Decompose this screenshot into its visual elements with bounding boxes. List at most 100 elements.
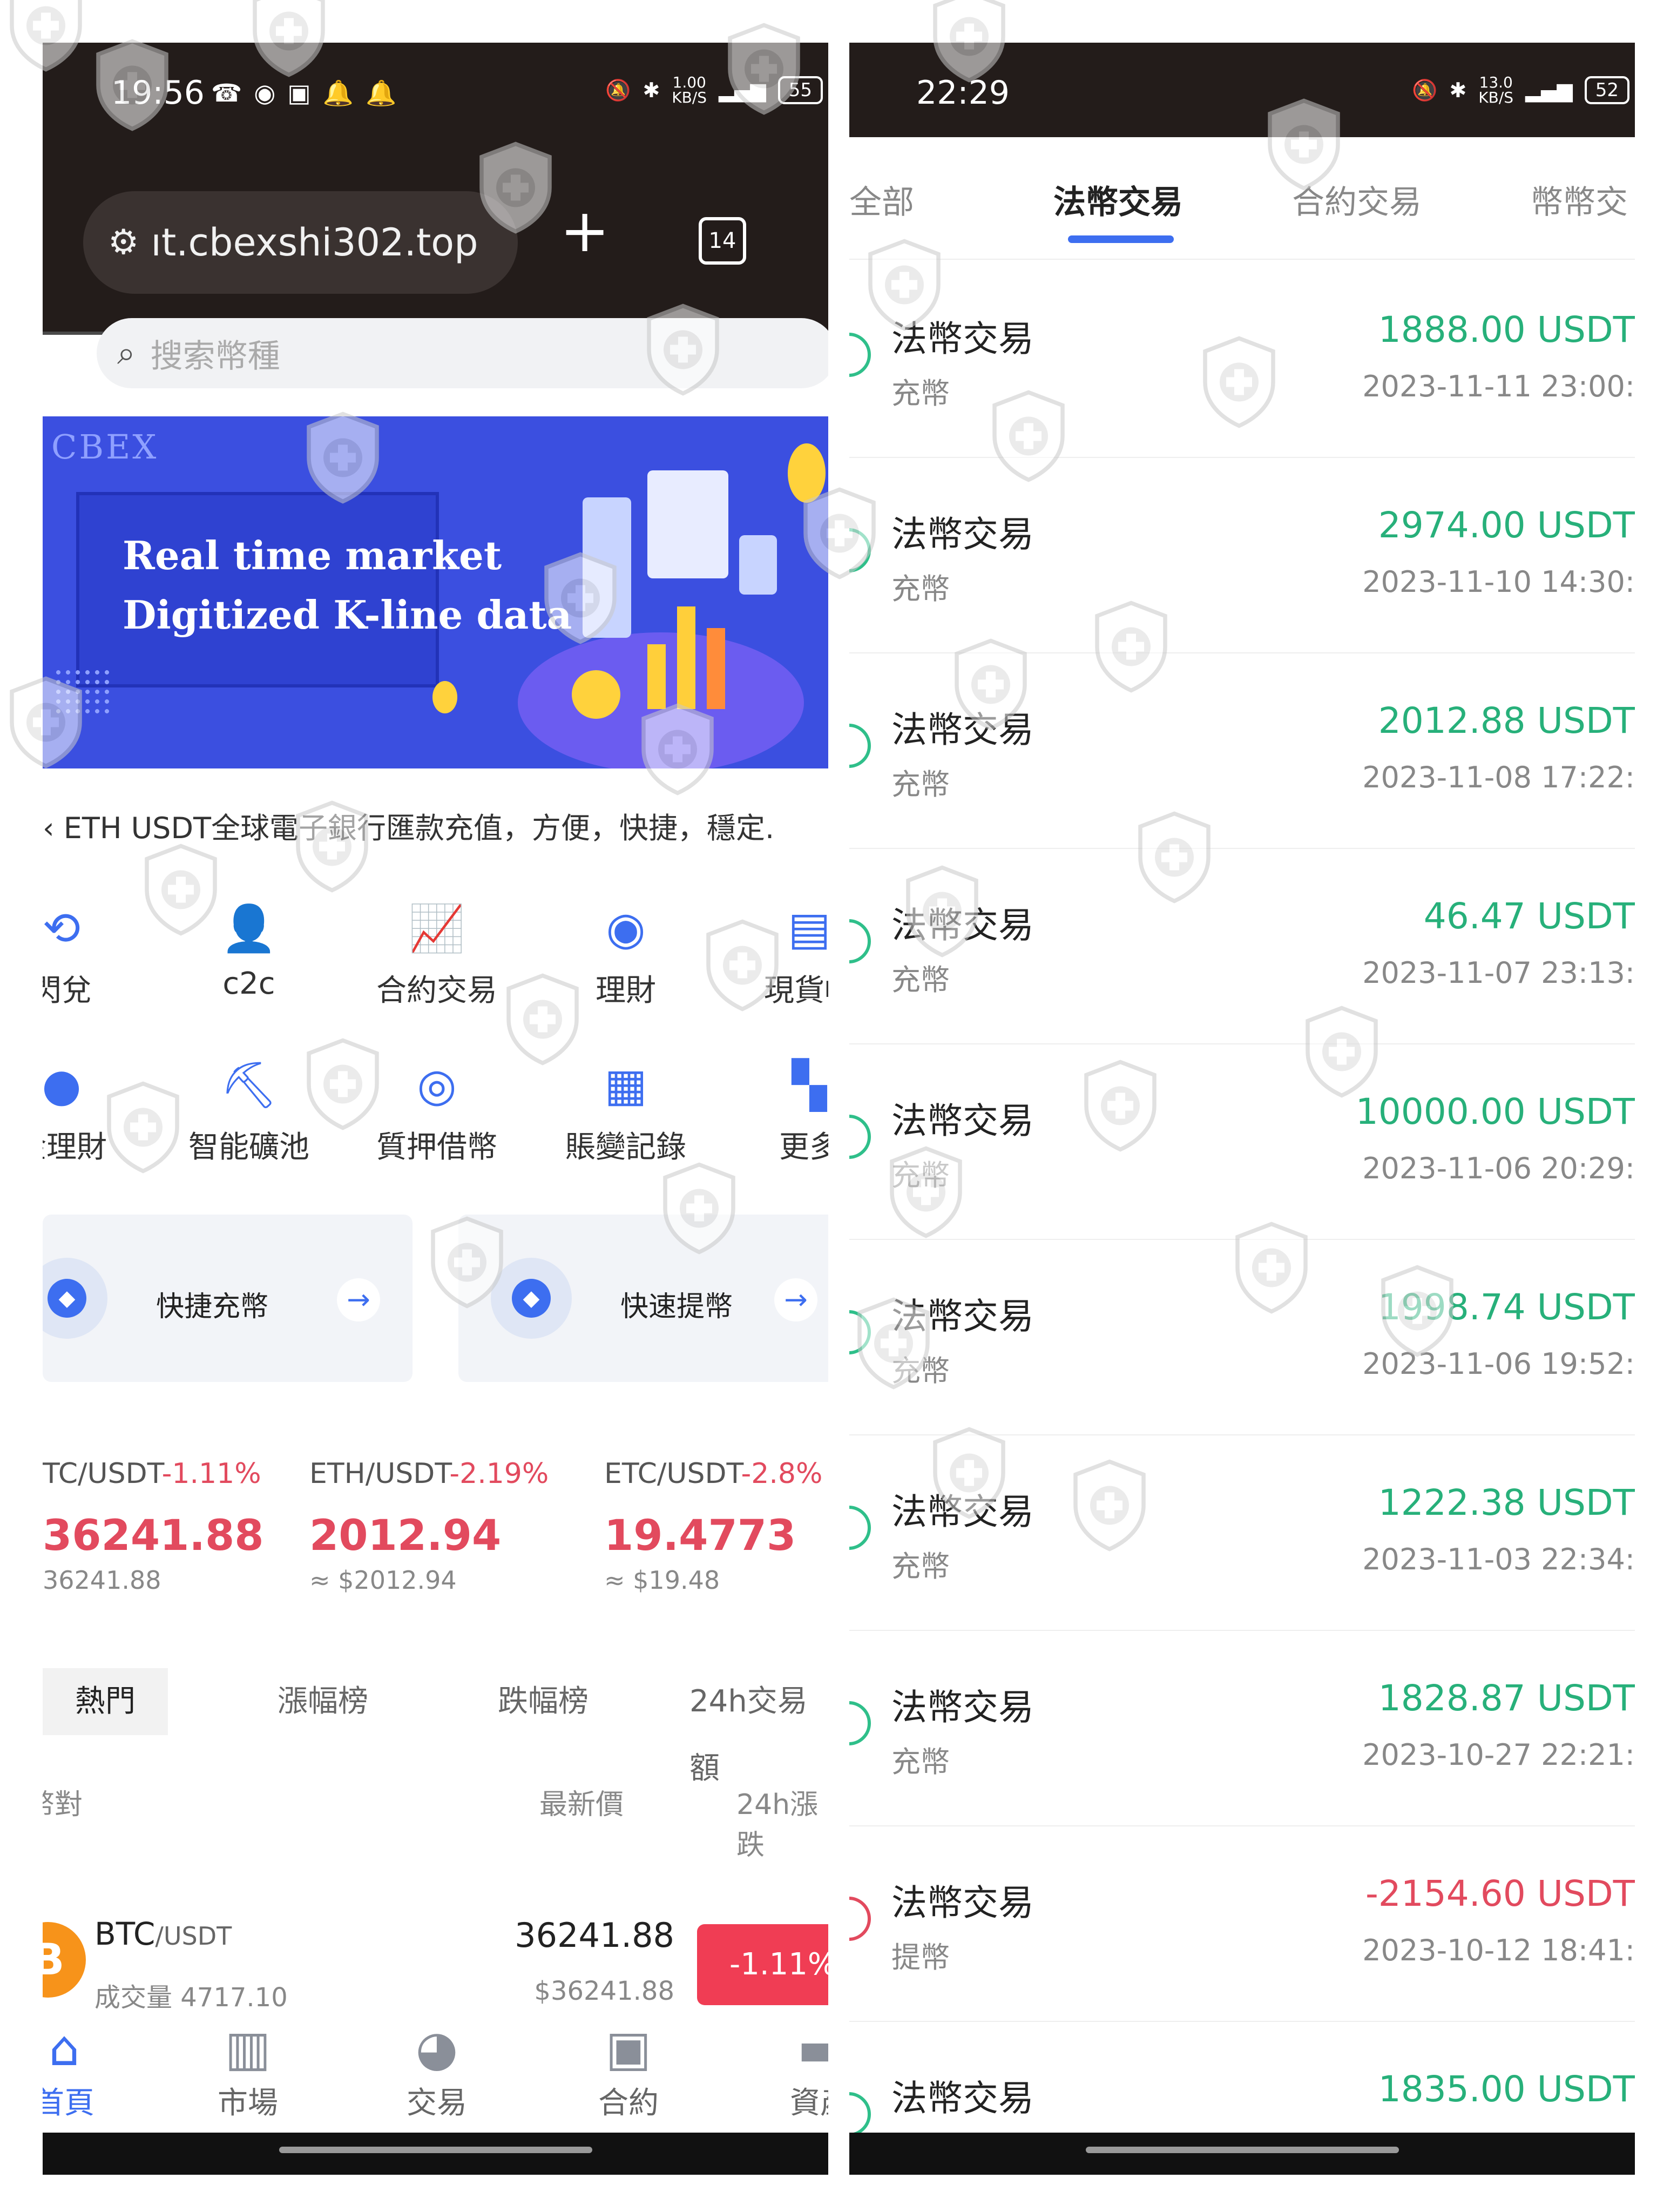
quick-withdraw-card[interactable]: ◆ 快速提幣 →: [458, 1215, 828, 1382]
row-pair: BTC/USDT: [94, 1916, 232, 1952]
coin-icon: ●: [43, 1058, 82, 1111]
transaction-amount: 1835.00 USDT: [1378, 2068, 1635, 2110]
promo-banner[interactable]: CBEX Real time market Digitized K-line d…: [43, 416, 828, 768]
net-speed: 1.00 KB/S: [672, 73, 707, 106]
mute-icon: 🔕: [605, 78, 631, 102]
quick-deposit-card[interactable]: ◆ 快捷充幣 →: [43, 1215, 413, 1382]
feature-account-records[interactable]: ▦ 賬變記錄: [545, 1058, 707, 1166]
feature-more[interactable]: ▚ 更多: [728, 1058, 828, 1166]
transaction-row[interactable]: 法幣交易 提幣 -2154.60 USDT 2023-10-12 18:41:: [849, 1825, 1635, 2022]
coin-search-input[interactable]: ⌕ 搜索幣種: [97, 318, 828, 388]
arrow-right-icon[interactable]: →: [337, 1278, 380, 1321]
banner-frame: [76, 492, 439, 687]
status-ring-icon: [849, 919, 871, 963]
feature-gold-wealth[interactable]: ● 金理財: [43, 1058, 143, 1166]
pickaxe-icon: ⛏: [220, 1058, 278, 1111]
quick-withdraw-label: 快速提幣: [620, 1291, 733, 1323]
transaction-row[interactable]: 法幣交易 充幣 1222.38 USDT 2023-11-03 22:34:: [849, 1434, 1635, 1631]
feature-wealth[interactable]: ◉ 理財: [545, 901, 707, 1010]
home-gesture-bar[interactable]: [279, 2147, 592, 2153]
banner-logo: CBEX: [51, 427, 159, 467]
transaction-row[interactable]: 法幣交易 充幣 1828.87 USDT 2023-10-27 22:21:: [849, 1630, 1635, 1826]
transaction-type: 充幣: [891, 376, 950, 410]
banner-dot-pattern: [53, 667, 113, 716]
column-pair: 幣對: [43, 1789, 83, 1821]
feature-c2c[interactable]: 👤 c2c: [168, 901, 330, 1001]
banner-headline-2: Digitized K-line data: [123, 592, 572, 638]
right-screenshot: 22:29 🔕 ✱ 13.0 KB/S ▂▄▆ 52 全部 法幣交易 合約交易 …: [849, 43, 1635, 2175]
system-icons: 🔕 ✱ 1.00 KB/S ▂▄▆ 55: [605, 75, 823, 105]
column-latest-price[interactable]: 最新價: [539, 1782, 624, 1822]
left-screenshot: 19:56 ☎◉▣🔔🔔 🔕 ✱ 1.00 KB/S ▂▄▆ 55 ⚙ ıt.cb…: [43, 43, 828, 2175]
home-gesture-bar[interactable]: [1085, 2147, 1399, 2153]
tab-count-button[interactable]: 14: [699, 217, 746, 265]
active-tab-indicator: [1068, 235, 1174, 243]
status-ring-icon: [849, 528, 871, 572]
arrow-right-icon[interactable]: →: [774, 1278, 817, 1321]
announcement-marquee[interactable]: ‹ ETH USDT全球電子銀行匯款充值，方便，快捷，穩定.: [43, 804, 774, 847]
tab-contract-trading[interactable]: 合約交易: [1292, 176, 1422, 223]
nav-assets[interactable]: ▬ 資產: [739, 2019, 828, 2122]
status-ring-icon: [849, 1115, 871, 1159]
tab-volume[interactable]: 24h交易額: [689, 1668, 828, 1786]
piggy-bank-icon: ◉: [606, 902, 646, 955]
system-icons: 🔕 ✱ 13.0 KB/S ▂▄▆ 52: [1412, 75, 1629, 105]
ticker-btc[interactable]: TC/USDT-1.11% 36241.88 36241.88: [43, 1458, 264, 1595]
ledger-icon: ▤: [788, 902, 828, 955]
transaction-time: 2023-11-07 23:13:: [1362, 956, 1635, 990]
banner-panel: [739, 535, 777, 595]
feature-swap[interactable]: ⟲ 閃兌: [43, 901, 143, 1010]
marquee-chevron-icon: ‹: [43, 811, 64, 845]
transaction-type: 充幣: [891, 963, 950, 997]
transaction-amount: 1888.00 USDT: [1378, 309, 1635, 350]
feature-spot-account[interactable]: ▤ 現貨帳: [728, 901, 828, 1010]
deposit-icon: ◆: [43, 1258, 107, 1339]
records-icon: ▦: [604, 1058, 647, 1111]
ticker-eth[interactable]: ETH/USDT-2.19% 2012.94 ≈ $2012.94: [309, 1458, 549, 1595]
tab-all[interactable]: 全部: [849, 176, 914, 223]
transaction-row[interactable]: 法幣交易 充幣 1888.00 USDT 2023-11-11 23:00:: [849, 261, 1635, 458]
transaction-type: 提幣: [891, 1940, 950, 1974]
transaction-row[interactable]: 法幣交易 充幣 2012.88 USDT 2023-11-08 17:22:: [849, 652, 1635, 849]
nav-market[interactable]: ▥ 市場: [167, 2019, 329, 2122]
browser-toolbar: ⚙ ıt.cbexshi302.top + 14: [43, 137, 828, 335]
nav-trade[interactable]: ◕ 交易: [356, 2019, 518, 2122]
trade-icon: ◕: [415, 2020, 458, 2077]
status-ring-icon: [849, 1701, 871, 1745]
nav-home[interactable]: ⌂ 首頁: [43, 2019, 145, 2122]
column-24h-change[interactable]: 24h漲跌: [736, 1782, 828, 1863]
feature-pledge-loan[interactable]: ◎ 質押借幣: [356, 1058, 518, 1166]
tab-gainers[interactable]: 漲幅榜: [278, 1668, 368, 1735]
transaction-amount: 1828.87 USDT: [1378, 1677, 1635, 1719]
new-tab-icon[interactable]: +: [560, 201, 610, 260]
ticker-etc[interactable]: ETC/USDT-2.8% 19.4773 ≈ $19.48: [604, 1458, 822, 1595]
url-text: ıt.cbexshi302.top: [151, 220, 478, 265]
nav-contract[interactable]: ▣ 合約: [547, 2019, 709, 2122]
banner-panel: [647, 470, 728, 578]
transaction-time: 2023-10-12 18:41:: [1362, 1933, 1635, 1967]
home-icon: ⌂: [49, 2020, 80, 2077]
transaction-row[interactable]: 法幣交易 充幣 1998.74 USDT 2023-11-06 19:52:: [849, 1239, 1635, 1435]
banner-headline-1: Real time market: [123, 532, 502, 578]
transaction-row[interactable]: 法幣交易 充幣 2974.00 USDT 2023-11-10 14:30:: [849, 457, 1635, 653]
banner-coin: [432, 681, 457, 713]
row-change-badge[interactable]: -1.11%: [697, 1924, 828, 2005]
tab-fiat-trading[interactable]: 法幣交易: [1053, 176, 1183, 223]
withdraw-icon: ◆: [491, 1258, 572, 1339]
transaction-row[interactable]: 法幣交易 充幣 10000.00 USDT 2023-11-06 20:29:: [849, 1043, 1635, 1240]
exchange-icon: ⟲: [43, 902, 81, 955]
feature-smart-mining[interactable]: ⛏ 智能礦池: [168, 1058, 330, 1166]
site-settings-icon[interactable]: ⚙: [108, 222, 139, 262]
transaction-time: 2023-11-11 23:00:: [1362, 369, 1635, 403]
transaction-amount: 10000.00 USDT: [1355, 1091, 1635, 1132]
transaction-type: 充幣: [891, 1745, 950, 1779]
search-icon: ⌕: [117, 334, 136, 372]
tab-hot[interactable]: 熱門: [43, 1668, 168, 1735]
feature-contract-trading[interactable]: 📈 合約交易: [356, 901, 518, 1010]
transaction-row[interactable]: 法幣交易 充幣 46.47 USDT 2023-11-07 23:13:: [849, 848, 1635, 1044]
status-ring-icon: [849, 2092, 871, 2136]
quick-deposit-label: 快捷充幣: [156, 1291, 269, 1323]
tab-losers[interactable]: 跌幅榜: [498, 1668, 589, 1735]
tab-coin-trading[interactable]: 幣幣交: [1531, 176, 1628, 223]
url-bar[interactable]: ⚙ ıt.cbexshi302.top: [83, 191, 518, 294]
